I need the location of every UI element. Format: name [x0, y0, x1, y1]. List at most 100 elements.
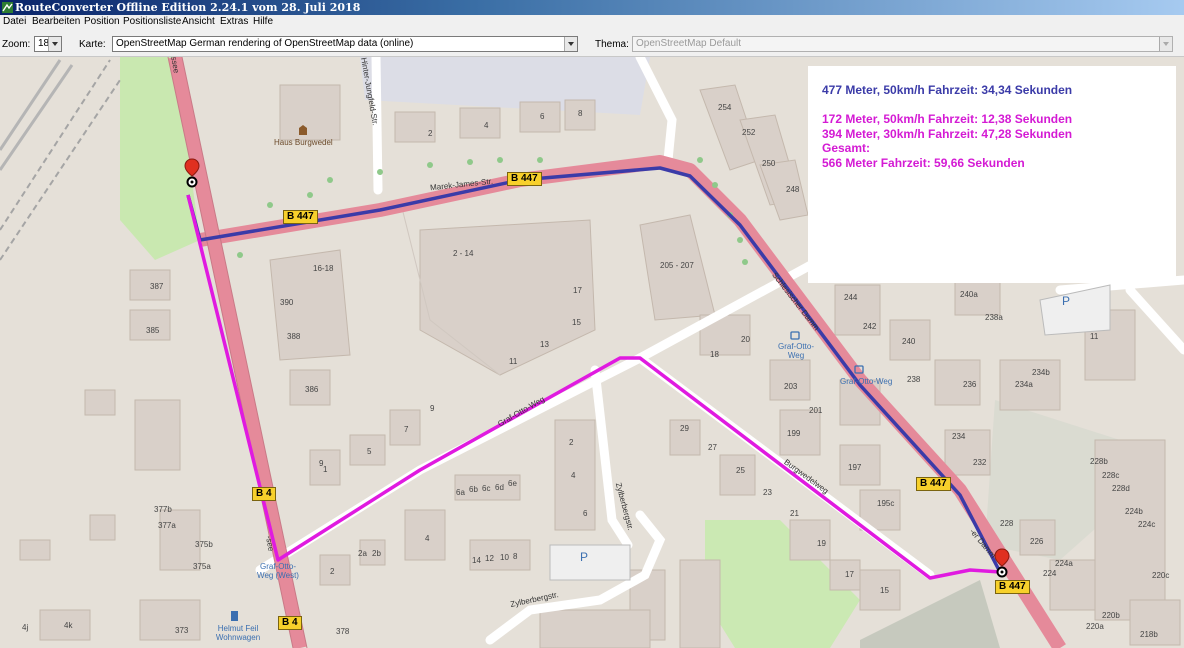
house-number: 228d	[1112, 484, 1130, 493]
house-number: 9	[430, 404, 435, 413]
house-number: 238a	[985, 313, 1003, 322]
menu-extras[interactable]: Extras	[220, 16, 248, 27]
menu-datei[interactable]: Datei	[3, 16, 26, 27]
house-number: 199	[787, 429, 801, 438]
house-number: 12	[485, 554, 494, 563]
menu-bearbeiten[interactable]: Bearbeiten	[32, 16, 80, 27]
house-number: 224	[1043, 569, 1057, 578]
info-route-3: 394 Meter, 30km/h Fahrzeit: 47,28 Sekund…	[822, 127, 1073, 141]
house-number: 195c	[877, 499, 895, 508]
house-number: 234b	[1032, 368, 1050, 377]
house-number: 387	[150, 282, 164, 291]
house-number: 21	[790, 509, 799, 518]
map-select[interactable]: OpenStreetMap German rendering of OpenSt…	[112, 36, 578, 52]
menu-bar: Datei Bearbeiten Position Positionsliste…	[0, 15, 1184, 30]
house-number: 377a	[158, 521, 176, 530]
house-number: 386	[305, 385, 319, 394]
house-number: 390	[280, 298, 294, 307]
road-badge-b4: B 4	[252, 487, 276, 501]
end-marker-icon[interactable]	[994, 548, 1010, 578]
house-number: 6b	[469, 485, 478, 494]
bus-stop-icon	[790, 331, 800, 340]
house-number: 238	[907, 375, 921, 384]
house-number: 5	[367, 447, 372, 456]
house-number: 25	[736, 466, 745, 475]
parking-icon: P	[580, 550, 589, 564]
house-number: 6	[540, 112, 545, 121]
window-titlebar: RouteConverter Offline Edition 2.24.1 vo…	[0, 0, 1184, 15]
house-number: 254	[718, 103, 732, 112]
house-number: 378	[336, 627, 350, 636]
house-number: 228	[1000, 519, 1014, 528]
house-number: 226	[1030, 537, 1044, 546]
info-total-label: Gesamt:	[822, 141, 871, 155]
info-route-1: 477 Meter, 50km/h Fahrzeit: 34,34 Sekund…	[822, 83, 1073, 97]
house-number: 224c	[1138, 520, 1156, 529]
house-number: 15	[880, 586, 889, 595]
house-number: 29	[680, 424, 689, 433]
house-number: 6c	[482, 484, 491, 493]
house-number: 373	[175, 626, 189, 635]
house-number: 250	[762, 159, 776, 168]
house-number: 4	[425, 534, 430, 543]
map-toolbar: Zoom: 18 Karte: OpenStreetMap German ren…	[0, 30, 1184, 76]
house-number: 6	[583, 509, 588, 518]
app-icon	[2, 2, 13, 13]
menu-ansicht[interactable]: Ansicht	[182, 16, 215, 27]
theme-label: Thema:	[595, 39, 629, 50]
house-number: 6e	[508, 479, 517, 488]
house-number: 19	[817, 539, 826, 548]
start-marker-icon[interactable]	[184, 158, 200, 188]
fuel-icon	[231, 611, 238, 621]
house-number: 375b	[195, 540, 213, 549]
map-label: Karte:	[79, 39, 106, 50]
house-number: 2	[569, 438, 574, 447]
house-number: 13	[540, 340, 549, 349]
house-number: 11	[1090, 332, 1099, 341]
house-number: 234a	[1015, 380, 1033, 389]
house-number: 388	[287, 332, 301, 341]
house-number: 2	[428, 129, 433, 138]
road-badge-b4: B 4	[278, 616, 302, 630]
house-number: 10	[500, 553, 509, 562]
road-badge-b447: B 447	[507, 172, 542, 186]
theme-value: OpenStreetMap Default	[636, 38, 742, 49]
house-number: 4k	[64, 621, 73, 630]
house-number: 4j	[22, 623, 29, 632]
info-total: 566 Meter Fahrzeit: 59,66 Sekunden	[822, 156, 1025, 170]
chevron-down-icon[interactable]	[564, 37, 577, 51]
house-number: 240	[902, 337, 916, 346]
house-number: 18	[710, 350, 719, 359]
house-number: 14	[472, 556, 481, 565]
house-number: 2a	[358, 549, 367, 558]
house-number: 8	[578, 109, 583, 118]
menu-hilfe[interactable]: Hilfe	[253, 16, 273, 27]
house-number: 1	[323, 465, 328, 474]
house-number: 11	[509, 357, 518, 366]
house-number: 2b	[372, 549, 381, 558]
parking-icon: P	[1062, 294, 1071, 308]
road-badge-b447: B 447	[995, 580, 1030, 594]
house-number: 234	[952, 432, 966, 441]
house-number: 220a	[1086, 622, 1104, 631]
info-route-2: 172 Meter, 50km/h Fahrzeit: 12,38 Sekund…	[822, 112, 1073, 126]
house-number: 228b	[1090, 457, 1108, 466]
chevron-down-icon	[1159, 37, 1172, 51]
house-number: 197	[848, 463, 862, 472]
house-number: 252	[742, 128, 756, 137]
menu-positionsliste[interactable]: Positionsliste	[123, 16, 181, 27]
zoom-select[interactable]: 18	[34, 36, 62, 52]
house-number: 8	[513, 552, 518, 561]
house-number: 220b	[1102, 611, 1120, 620]
house-number: 16-18	[313, 264, 334, 273]
house-number: 17	[845, 570, 854, 579]
menu-position[interactable]: Position	[84, 16, 120, 27]
bus-stop-icon	[854, 365, 864, 374]
house-number: 205 - 207	[660, 261, 694, 270]
house-number: 242	[863, 322, 877, 331]
house-number: 220c	[1152, 571, 1170, 580]
zoom-label: Zoom:	[2, 39, 31, 50]
house-number: 224a	[1055, 559, 1073, 568]
house-number: 375a	[193, 562, 211, 571]
chevron-down-icon[interactable]	[48, 37, 61, 51]
